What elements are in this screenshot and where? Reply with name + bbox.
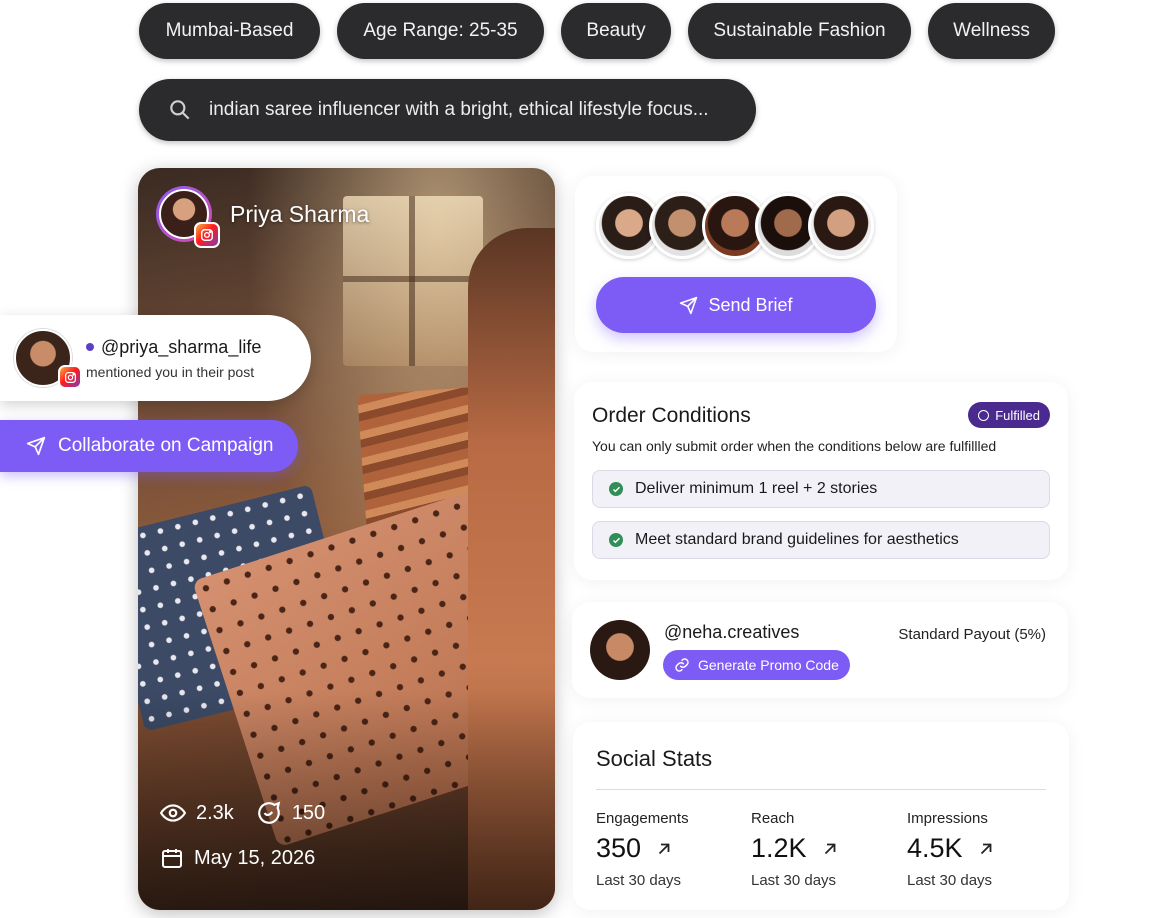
calendar-icon [162,849,182,868]
comment-icon [257,801,281,824]
stat-period: Last 30 days [751,872,837,889]
condition-text: Meet standard brand guidelines for aesth… [635,531,959,548]
avatar [590,620,650,680]
arrow-up-right-icon [658,843,670,854]
mention-handle: @priya_sharma_life [101,336,262,357]
search-query: indian saree influencer with a bright, e… [209,99,709,120]
stat-value: 4.5K [907,833,963,863]
filter-chip-age-range[interactable]: Age Range: 25-35 [337,3,544,59]
stat-impressions: Impressions 4.5K Last 30 days [907,810,995,889]
condition-item: Meet standard brand guidelines for aesth… [592,521,1050,559]
status-badge: Fulfilled [968,402,1050,428]
avatar[interactable] [808,193,874,259]
stat-label: Engagements [596,810,689,827]
mention-text: mentioned you in their post [86,363,255,380]
send-icon [680,296,698,314]
collaborate-label: Collaborate on Campaign [58,435,274,456]
link-icon [675,658,689,672]
eye-icon [160,804,186,822]
send-brief-label: Send Brief [708,294,793,315]
send-brief-button[interactable]: Send Brief [596,277,876,333]
mention-notification[interactable]: @priya_sharma_life mentioned you in thei… [0,315,311,401]
post-author-name: Priya Sharma [230,200,370,227]
info-icon [978,409,990,421]
check-icon [609,482,623,496]
stat-label: Impressions [907,810,988,827]
filter-chip-wellness[interactable]: Wellness [928,3,1055,59]
search-bar[interactable]: indian saree influencer with a bright, e… [139,79,756,141]
promo-handle: @neha.creatives [664,622,800,642]
order-conditions-description: You can only submit order when the condi… [592,438,997,454]
send-icon [26,436,46,456]
status-badge-label: Fulfilled [995,407,1040,423]
order-conditions-panel: Order Conditions Fulfilled You can only … [574,382,1068,580]
generate-promo-code-label: Generate Promo Code [698,657,839,673]
order-conditions-title: Order Conditions [592,404,751,427]
mention-handle-row: @priya_sharma_life [86,337,261,358]
post-author[interactable]: Priya Sharma [156,186,370,248]
stat-value: 1.2K [751,833,807,863]
stat-value: 350 [596,833,642,863]
stat-period: Last 30 days [596,872,682,889]
social-stats-panel: Social Stats Engagements 350 Last 30 day… [573,722,1069,910]
post-comments: 150 [291,801,326,824]
arrow-up-right-icon [980,843,991,854]
search-icon [170,100,190,120]
promo-panel: @neha.creatives Generate Promo Code Stan… [572,602,1068,698]
arrow-up-right-icon [824,843,835,854]
check-icon [609,533,623,547]
social-stats-title: Social Stats [596,746,713,771]
post-card[interactable]: Priya Sharma 2.3k 150 May 15, 2026 [138,168,555,910]
payout-label: Standard Payout (5%) [898,626,1046,643]
stat-engagements: Engagements 350 Last 30 days [596,810,689,889]
condition-text: Deliver minimum 1 reel + 2 stories [635,480,878,497]
stat-period: Last 30 days [907,872,993,889]
filter-chip-mumbai[interactable]: Mumbai-Based [139,3,320,59]
stat-label: Reach [751,810,795,827]
unread-dot-icon [86,343,94,351]
instagram-icon [194,222,220,248]
filter-chip-beauty[interactable]: Beauty [561,3,671,59]
team-panel: Send Brief [575,176,897,352]
post-views: 2.3k [196,801,234,824]
generate-promo-code-button[interactable]: Generate Promo Code [663,650,850,680]
condition-item: Deliver minimum 1 reel + 2 stories [592,470,1050,508]
filter-chip-sustainable-fashion[interactable]: Sustainable Fashion [688,3,911,59]
creator-avatars [596,193,874,259]
instagram-icon [58,365,82,389]
post-date: May 15, 2026 [194,846,316,869]
post-stats: 2.3k 150 May 15, 2026 [160,800,325,870]
post-author-avatar [156,186,220,248]
stat-reach: Reach 1.2K Last 30 days [751,810,839,889]
mention-avatar [14,329,82,389]
divider [596,789,1046,790]
collaborate-button[interactable]: Collaborate on Campaign [0,420,298,472]
